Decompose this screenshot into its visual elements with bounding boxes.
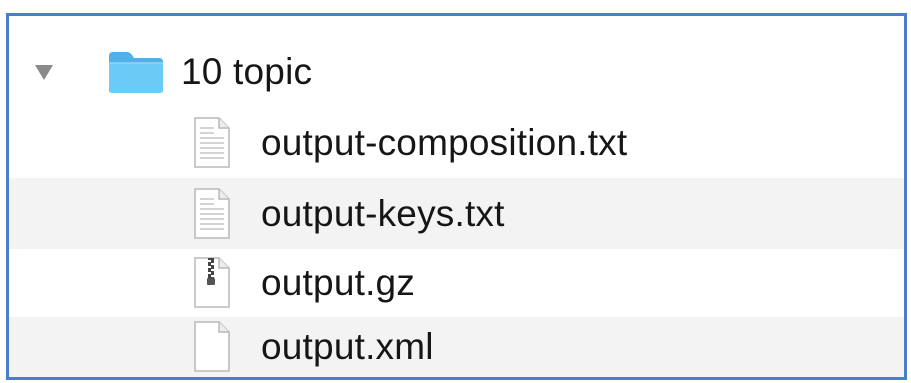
disclosure-triangle-icon[interactable] [33, 61, 55, 83]
file-row[interactable]: output-keys.txt [9, 178, 904, 249]
text-document-icon [189, 187, 231, 240]
file-row[interactable]: output-composition.txt [9, 107, 904, 178]
file-row[interactable]: output.gz [9, 249, 904, 317]
file-name: output-composition.txt [261, 121, 628, 163]
file-name: output-keys.txt [261, 192, 505, 234]
file-row[interactable]: output.xml [9, 317, 904, 377]
folder-icon [107, 50, 165, 94]
folder-row[interactable]: 10 topic [9, 36, 904, 107]
archive-zipper-icon [189, 257, 231, 309]
blank-document-icon [189, 321, 231, 373]
file-name: output.xml [261, 326, 434, 367]
file-name: output.gz [261, 262, 416, 303]
folder-name: 10 topic [181, 50, 313, 92]
text-document-icon [189, 116, 231, 169]
finder-list-view: 10 topic output-composition.txt output-k… [6, 13, 907, 380]
